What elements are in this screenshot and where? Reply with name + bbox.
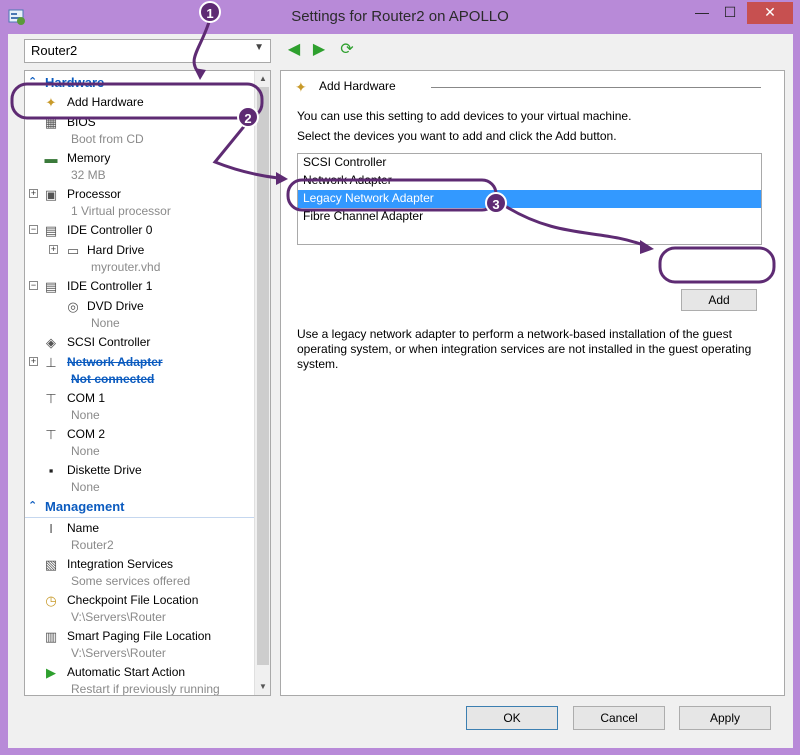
scroll-up-icon[interactable]: ▲ [255, 71, 270, 87]
checkpoint-folder-icon: ◷ [45, 593, 57, 608]
add-hardware-icon: ✦ [295, 79, 307, 95]
sidebar-item-bios[interactable]: ▦ BIOS Boot from CD [25, 115, 255, 149]
collapse-chevron-icon: ⌃ [28, 500, 38, 512]
callout-badge-3: 3 [485, 192, 507, 214]
device-description: Use a legacy network adapter to perform … [297, 327, 752, 371]
settings-tree: ⌃ Hardware ✦ Add Hardware ▦ BIOS Boot fr… [24, 70, 271, 696]
window-title: Settings for Router2 on APOLLO [291, 8, 509, 25]
sidebar-item-dvd-drive[interactable]: ◎ DVD Drive None [25, 299, 255, 333]
title-bar: Settings for Router2 on APOLLO — ☐ ✕ [0, 0, 800, 34]
sidebar-item-checkpoint-location[interactable]: ◷ Checkpoint File Location V:\Servers\Ro… [25, 593, 255, 627]
close-button[interactable]: ✕ [747, 2, 793, 24]
sidebar-item-automatic-start-action[interactable]: ▶ Automatic Start Action Restart if prev… [25, 665, 255, 695]
sidebar-item-network-adapter[interactable]: + ⊥ Network Adapter Not connected [25, 355, 255, 389]
sidebar-item-ide-controller-1[interactable]: − ▤ IDE Controller 1 [25, 279, 255, 297]
tree-scrollbar[interactable]: ▲ ▼ [254, 71, 270, 695]
processor-icon: ▣ [44, 187, 58, 202]
expand-plus-icon[interactable]: + [29, 357, 38, 366]
sidebar-item-diskette-drive[interactable]: ▪ Diskette Drive None [25, 463, 255, 497]
name-cursor-icon: I [49, 521, 53, 536]
ide-controller-icon: ▤ [44, 223, 58, 238]
sidebar-item-memory[interactable]: ▬ Memory 32 MB [25, 151, 255, 185]
sidebar-item-ide-controller-0[interactable]: − ▤ IDE Controller 0 [25, 223, 255, 241]
device-option-legacy-network[interactable]: Legacy Network Adapter [298, 190, 761, 208]
heading-divider [431, 87, 761, 88]
network-adapter-icon: ⊥ [45, 355, 57, 370]
sidebar-item-add-hardware[interactable]: ✦ Add Hardware [25, 95, 255, 113]
ok-button[interactable]: OK [466, 706, 558, 730]
forward-arrow-icon[interactable]: ▶ [310, 41, 328, 59]
back-arrow-icon[interactable]: ◀ [285, 41, 303, 59]
diskette-icon: ▪ [48, 463, 54, 478]
vm-dropdown[interactable]: Router2 ▼ [24, 39, 271, 63]
ide-controller-icon: ▤ [44, 279, 58, 294]
vm-dropdown-value: Router2 [31, 43, 78, 58]
panel-heading: Add Hardware [319, 79, 396, 93]
bios-chip-icon: ▦ [44, 115, 58, 130]
collapse-minus-icon[interactable]: − [29, 225, 38, 234]
instruction-text: Select the devices you want to add and c… [297, 129, 617, 143]
com-port-icon: ⊤ [45, 427, 57, 442]
dvd-disc-icon: ◎ [67, 299, 79, 314]
apply-button[interactable]: Apply [679, 706, 771, 730]
minimize-button[interactable]: — [688, 2, 716, 24]
chevron-down-icon: ▼ [254, 42, 264, 53]
expand-plus-icon[interactable]: + [49, 245, 58, 254]
add-button[interactable]: Add [681, 289, 757, 311]
collapse-minus-icon[interactable]: − [29, 281, 38, 290]
hard-drive-icon: ▭ [66, 243, 80, 258]
expand-plus-icon[interactable]: + [29, 189, 38, 198]
smart-paging-icon: ▥ [44, 629, 58, 644]
callout-badge-1: 1 [199, 1, 221, 23]
device-option-fibre-channel[interactable]: Fibre Channel Adapter [298, 208, 761, 226]
section-divider [25, 517, 255, 518]
collapse-chevron-icon: ⌃ [28, 76, 38, 88]
scsi-controller-icon: ◈ [46, 335, 56, 350]
sidebar-item-com-2[interactable]: ⊤ COM 2 None [25, 427, 255, 461]
sidebar-item-com-1[interactable]: ⊤ COM 1 None [25, 391, 255, 425]
sidebar-item-processor[interactable]: + ▣ Processor 1 Virtual processor [25, 187, 255, 221]
scroll-down-icon[interactable]: ▼ [255, 679, 270, 695]
settings-window: Settings for Router2 on APOLLO — ☐ ✕ Rou… [0, 0, 800, 755]
maximize-button[interactable]: ☐ [716, 2, 744, 24]
device-option-scsi[interactable]: SCSI Controller [298, 154, 761, 172]
dialog-client: Router2 ▼ ◀ ▶ ⟳ ⌃ Hardware ✦ Add Hardwar… [8, 34, 793, 748]
callout-badge-2: 2 [237, 106, 259, 128]
cancel-button[interactable]: Cancel [573, 706, 665, 730]
sidebar-item-integration-services[interactable]: ▧ Integration Services Some services off… [25, 557, 255, 591]
add-hardware-icon: ✦ [45, 95, 57, 110]
intro-text: You can use this setting to add devices … [297, 109, 632, 123]
sidebar-item-scsi-controller[interactable]: ◈ SCSI Controller [25, 335, 255, 353]
scroll-thumb[interactable] [257, 87, 269, 665]
integration-services-icon: ▧ [44, 557, 58, 572]
sidebar-item-smart-paging-location[interactable]: ▥ Smart Paging File Location V:\Servers\… [25, 629, 255, 663]
device-option-network[interactable]: Network Adapter [298, 172, 761, 190]
com-port-icon: ⊤ [45, 391, 57, 406]
start-action-icon: ▶ [46, 665, 56, 680]
refresh-icon[interactable]: ⟳ [338, 41, 356, 59]
memory-icon: ▬ [44, 151, 58, 166]
device-listbox[interactable]: SCSI Controller Network Adapter Legacy N… [297, 153, 762, 245]
sidebar-item-name[interactable]: I Name Router2 [25, 521, 255, 555]
management-section-header[interactable]: ⌃ Management [25, 499, 255, 518]
sidebar-item-hard-drive[interactable]: + ▭ Hard Drive myrouter.vhd [25, 243, 255, 277]
add-hardware-panel: ✦ Add Hardware You can use this setting … [280, 70, 785, 696]
hardware-section-header[interactable]: ⌃ Hardware [25, 75, 255, 91]
